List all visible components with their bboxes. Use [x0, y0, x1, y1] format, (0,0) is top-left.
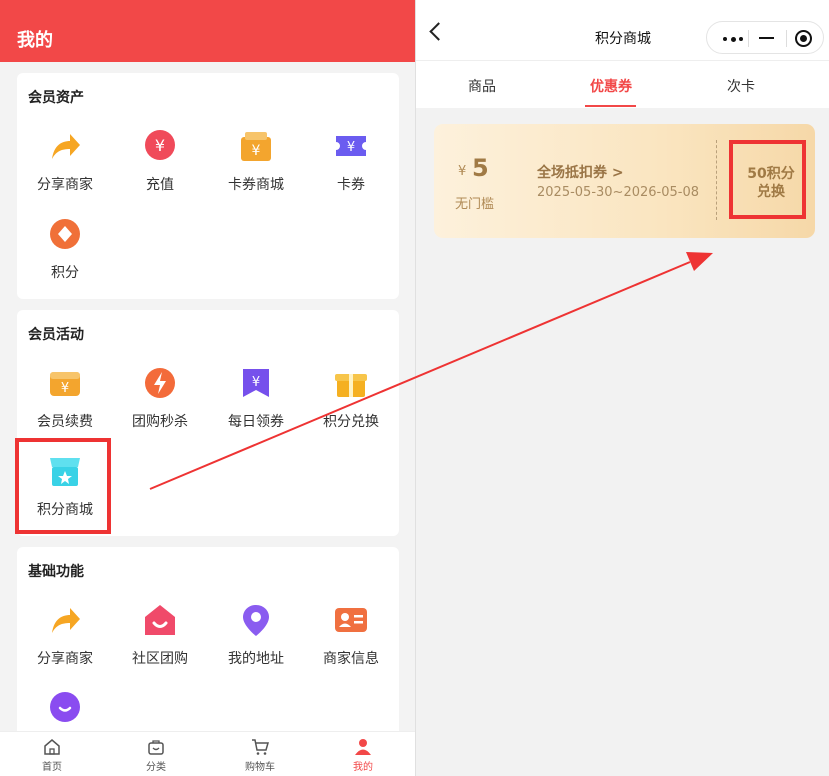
screenshot-root: 我的 会员资产 分享商家 ¥ 充值 ¥ 卡券商城 ¥ 卡券 积分 会员活动 ¥ …: [0, 0, 829, 776]
annotation-arrow: [149, 252, 713, 490]
